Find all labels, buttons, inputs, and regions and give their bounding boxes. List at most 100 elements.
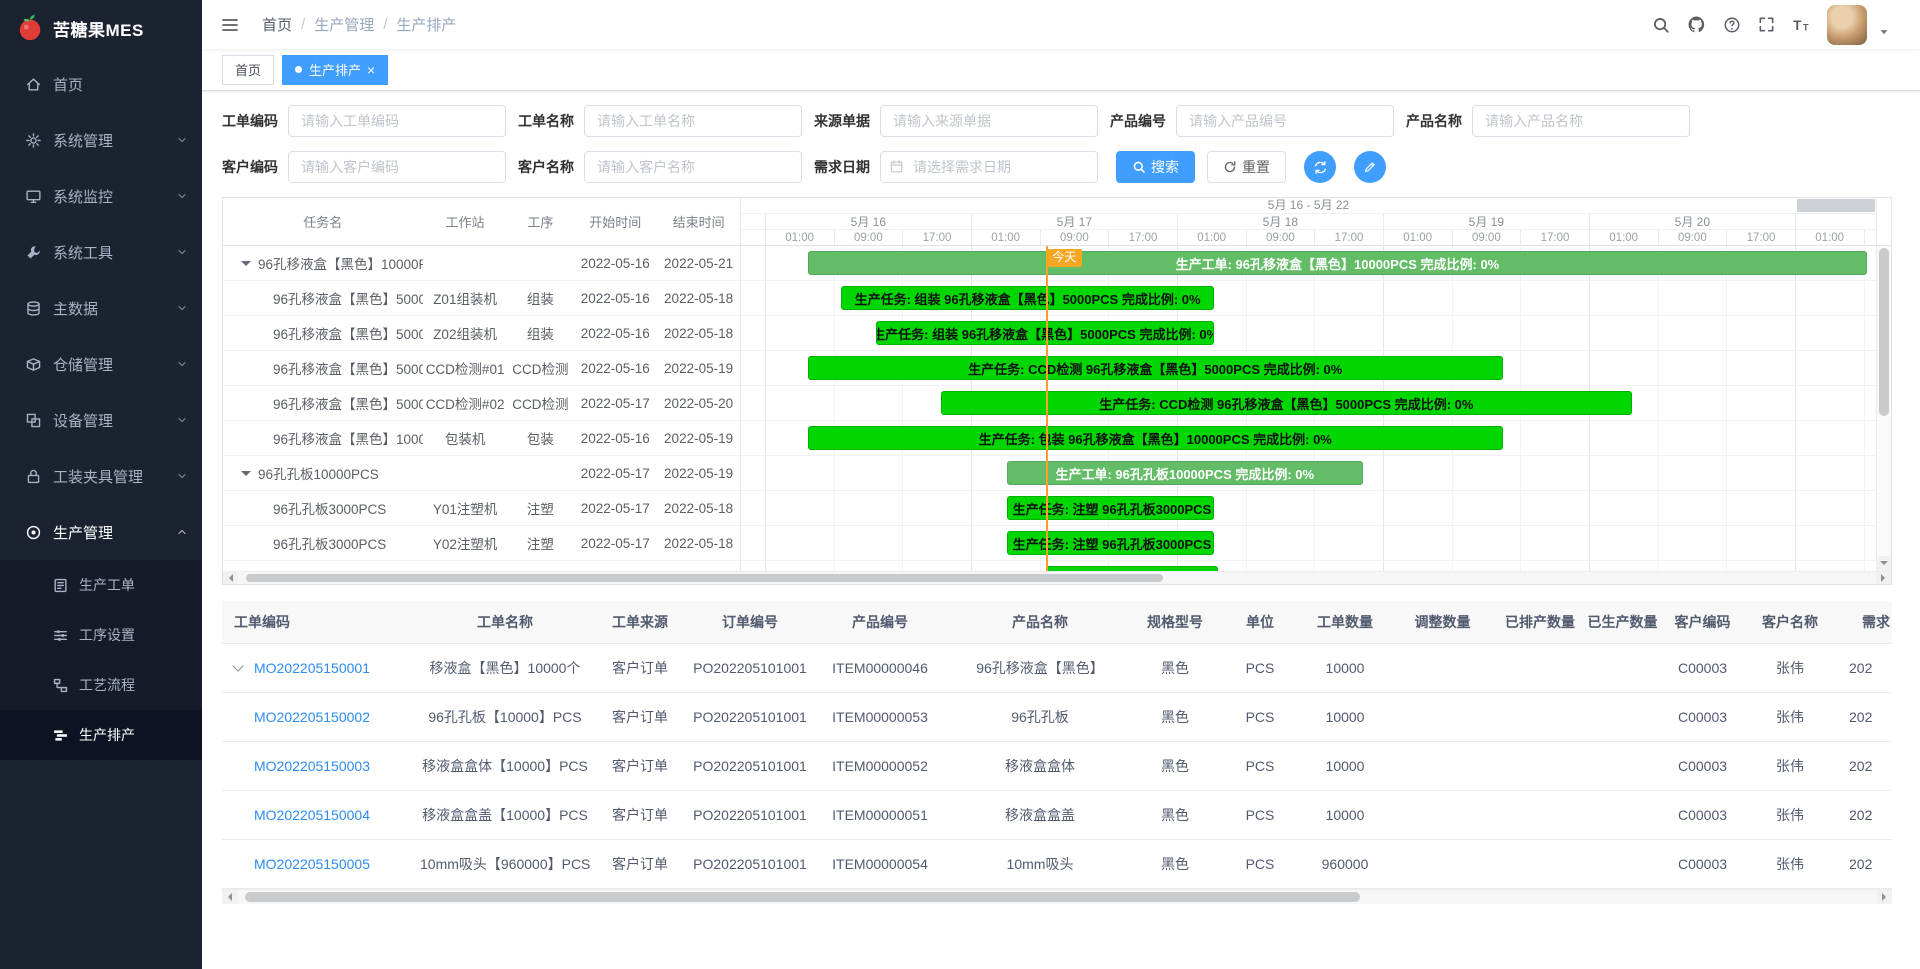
sidebar-item-process-flow[interactable]: 工艺流程 [0, 660, 202, 710]
gantt-vertical-scrollbar[interactable] [1876, 198, 1891, 571]
sidebar-item-label: 系统监控 [53, 186, 176, 207]
user-avatar[interactable] [1827, 5, 1867, 45]
order-code-link[interactable]: MO202205150003 [254, 758, 370, 774]
tab-home[interactable]: 首页 [222, 55, 274, 85]
order-code-link[interactable]: MO202205150002 [254, 709, 370, 725]
gantt-horizontal-scrollbar[interactable] [223, 571, 1891, 584]
font-size-icon[interactable]: TT [1792, 16, 1810, 34]
order-cell: 张伟 [1745, 790, 1835, 839]
app-logo[interactable]: 苦糖果MES [0, 0, 202, 56]
order-row[interactable]: MO202205150001移液盒【黑色】10000个客户订单PO2022051… [222, 643, 1892, 692]
task-bar[interactable]: 生产任务: CCD检测 96孔移液盒【黑色】5000PCS 完成比例: 0% [808, 356, 1503, 380]
scrollbar-track[interactable] [237, 890, 1877, 904]
help-icon[interactable] [1723, 16, 1741, 34]
gantt-grid-body: 96孔移液盒【黑色】10000PCS2022-05-162022-05-2196… [223, 246, 740, 571]
work-order-bar[interactable]: 生产工单: 96孔移液盒【黑色】10000PCS 完成比例: 0% [808, 251, 1867, 275]
sidebar-item-fixture-management[interactable]: 工装夹具管理 [0, 448, 202, 504]
scrollbar-thumb[interactable] [246, 574, 1163, 582]
gantt-grid-row[interactable]: 96孔孔板10000PCS2022-05-172022-05-19 [223, 456, 740, 491]
tab-production-scheduling[interactable]: 生产排产× [282, 55, 388, 85]
task-bar[interactable]: 生产任务: 组装 96孔移液盒【黑色】5000PCS 完成比例: 0% [841, 286, 1214, 310]
scroll-left-button[interactable] [223, 572, 238, 584]
order-row[interactable]: MO202205150004移液盒盒盖【10000】PCS客户订单PO20220… [222, 790, 1892, 839]
order-row[interactable]: MO202205150003移液盒盒体【10000】PCS客户订单PO20220… [222, 741, 1892, 790]
order-code-link[interactable]: MO202205150005 [254, 856, 370, 872]
task-bar[interactable]: 生产任务: 组装 96孔移液盒【黑色】5000PCS 完成比例: 0% [876, 321, 1214, 345]
search-button[interactable]: 搜索 [1116, 151, 1195, 183]
gantt-grid-row[interactable]: 96孔孔板3000PCSY01注塑机注塑2022-05-172022-05-18 [223, 491, 740, 526]
orders-horizontal-scrollbar[interactable] [222, 889, 1892, 904]
breadcrumb-item[interactable]: 首页 [262, 14, 292, 35]
customer-code-input[interactable] [288, 151, 506, 183]
product-name-input[interactable] [1472, 105, 1690, 137]
order-cell: ITEM00000046 [810, 643, 950, 692]
gantt-timeline-row: 生产任务: CCD检测 96孔移液盒【黑色】5000PCS 完成比例: 0% [741, 386, 1876, 421]
work-order-code-input[interactable] [288, 105, 506, 137]
gantt-grid-row[interactable]: 96孔孔板3000PCSY02注塑机注塑2022-05-172022-05-18 [223, 526, 740, 561]
fullscreen-icon[interactable] [1758, 16, 1775, 33]
order-cell: 张伟 [1745, 643, 1835, 692]
scrollbar-thumb[interactable] [1879, 248, 1889, 416]
github-icon[interactable] [1687, 15, 1706, 34]
product-code-input[interactable] [1176, 105, 1394, 137]
work-order-name-input[interactable] [584, 105, 802, 137]
process-icon [52, 627, 69, 644]
demand-date-input[interactable] [880, 151, 1098, 183]
gantt-grid-row[interactable]: 96孔移液盒【黑色】5000PCSZ01组装机组装2022-05-162022-… [223, 281, 740, 316]
scroll-right-button[interactable] [1877, 890, 1892, 904]
task-bar[interactable]: 生产任务: 注塑 96孔孔板3000PCS 完成比例: 0% [1007, 496, 1215, 520]
order-row[interactable]: MO20220515000296孔孔板【10000】PCS客户订单PO20220… [222, 692, 1892, 741]
tree-expand-icon[interactable] [241, 261, 251, 271]
tree-expand-icon[interactable] [241, 471, 251, 481]
task-bar[interactable]: 生产任务: 注塑 96孔孔板3000PCS 完成比例: 0% [1046, 566, 1217, 571]
sidebar-item-master-data[interactable]: 主数据 [0, 280, 202, 336]
sidebar-item-process-settings[interactable]: 工序设置 [0, 610, 202, 660]
sidebar-item-warehouse-management[interactable]: 仓储管理 [0, 336, 202, 392]
gantt-grid-row[interactable]: 96孔移液盒【黑色】10000PCS2022-05-162022-05-21 [223, 246, 740, 281]
gantt-grid-row[interactable]: 96孔移液盒【黑色】10000PCS包装机包装2022-05-162022-05… [223, 421, 740, 456]
order-code-cell: MO202205150003 [222, 741, 420, 790]
sidebar-item-production-work-order[interactable]: 生产工单 [0, 560, 202, 610]
gantt-timeline-row: 生产任务: 注塑 96孔孔板3000PCS 完成比例: 0% [741, 491, 1876, 526]
sidebar-item-system-monitoring[interactable]: 系统监控 [0, 168, 202, 224]
task-bar[interactable]: 生产任务: 包装 96孔移液盒【黑色】10000PCS 完成比例: 0% [808, 426, 1503, 450]
sidebar-item-home[interactable]: 首页 [0, 56, 202, 112]
gantt-grid-row[interactable]: 96孔移液盒【黑色】5000PCSCCD检测#01CCD检测2022-05-16… [223, 351, 740, 386]
order-row[interactable]: MO20220515000510mm吸头【960000】PCS客户订单PO202… [222, 839, 1892, 888]
gantt-grid-row[interactable]: 96孔移液盒【黑色】5000PCSZ02组装机组装2022-05-162022-… [223, 316, 740, 351]
gantt-grid-row[interactable]: 96孔移液盒【黑色】5000PCSCCD检测#02CCD检测2022-05-17… [223, 386, 740, 421]
task-bar[interactable]: 生产任务: CCD检测 96孔移液盒【黑色】5000PCS 完成比例: 0% [941, 391, 1632, 415]
order-code-link[interactable]: MO202205150001 [254, 660, 370, 676]
search-button-label: 搜索 [1151, 157, 1179, 177]
sync-button[interactable] [1304, 151, 1336, 183]
scroll-down-button[interactable] [1877, 556, 1891, 571]
work-order-bar[interactable]: 生产工单: 96孔孔板10000PCS 完成比例: 0% [1007, 461, 1363, 485]
scroll-right-button[interactable] [1876, 572, 1891, 584]
orders-column-header: 客户编码 [1660, 601, 1745, 643]
breadcrumb-item[interactable]: 生产管理 [314, 14, 374, 35]
sidebar-toggle-icon[interactable] [220, 15, 240, 35]
search-icon[interactable] [1652, 16, 1670, 34]
order-code-link[interactable]: MO202205150004 [254, 807, 370, 823]
scrollbar-track[interactable] [238, 572, 1876, 584]
reset-button[interactable]: 重置 [1207, 151, 1286, 183]
gantt-grid-row[interactable]: 96孔孔板3000PCSY03注塑机注塑2022-05-172022-05-18 [223, 561, 740, 571]
sidebar-item-production-management[interactable]: 生产管理 [0, 504, 202, 560]
source-doc-input[interactable] [880, 105, 1098, 137]
sidebar-item-production-scheduling[interactable]: 生产排产 [0, 710, 202, 760]
task-bar[interactable]: 生产任务: 注塑 96孔孔板3000PCS 完成比例: 0% [1007, 531, 1215, 555]
filter-label: 客户名称 [518, 157, 576, 177]
scrollbar-track[interactable] [1877, 246, 1891, 556]
sidebar-item-system-management[interactable]: 系统管理 [0, 112, 202, 168]
edit-button[interactable] [1354, 151, 1386, 183]
sidebar-item-system-tools[interactable]: 系统工具 [0, 224, 202, 280]
tab-close-icon[interactable]: × [367, 63, 375, 77]
order-cell: PO202205101001 [690, 692, 810, 741]
sidebar-item-equipment-management[interactable]: 设备管理 [0, 392, 202, 448]
order-cell [1585, 790, 1660, 839]
expand-row-icon[interactable] [232, 660, 243, 671]
scrollbar-thumb[interactable] [245, 892, 1360, 902]
user-menu-caret-icon[interactable] [1878, 26, 1890, 38]
customer-name-input[interactable] [584, 151, 802, 183]
scroll-left-button[interactable] [222, 890, 237, 904]
